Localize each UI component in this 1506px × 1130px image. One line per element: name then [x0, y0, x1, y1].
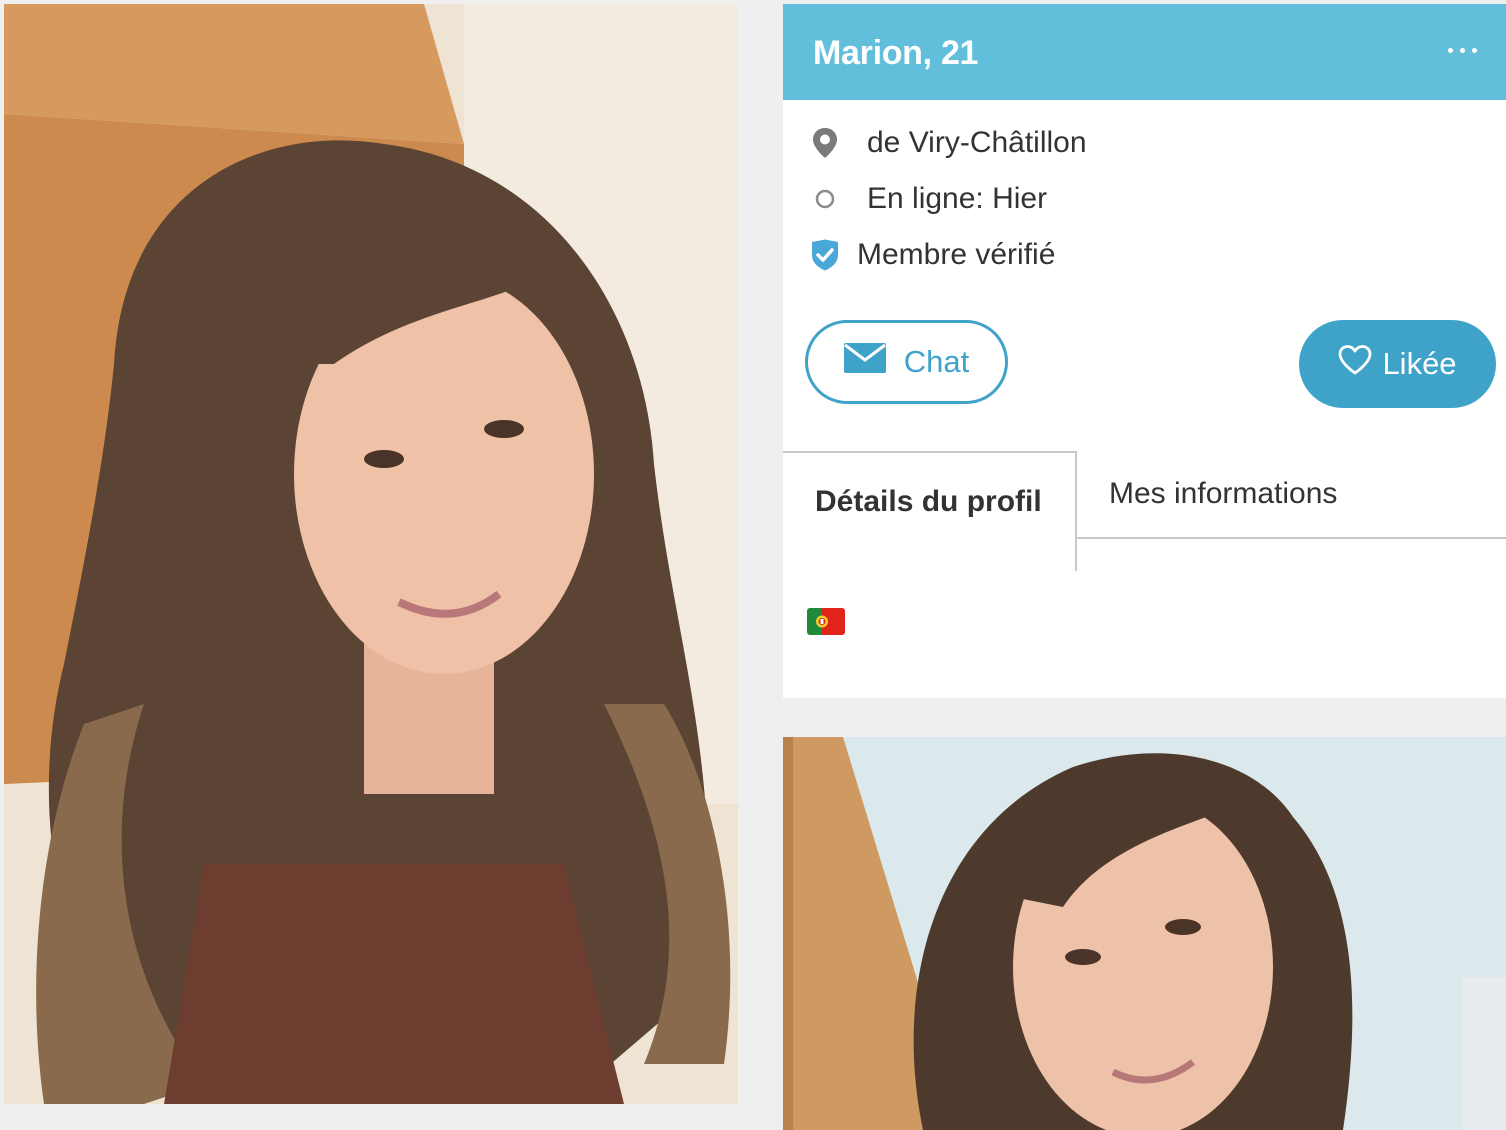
online-status-row: En ligne: Hier	[809, 182, 1047, 216]
profile-tabs: Mes informations Détails du profil	[783, 451, 1506, 571]
location-text: de Viry-Châtillon	[867, 126, 1087, 159]
tab-details-du-profil[interactable]: Détails du profil	[783, 451, 1077, 571]
chat-button[interactable]: Chat	[805, 320, 1008, 404]
profile-photo-secondary[interactable]	[783, 737, 1506, 1130]
more-dot	[1459, 47, 1465, 53]
tab-mes-informations[interactable]: Mes informations	[1077, 451, 1506, 539]
chat-label: Chat	[903, 344, 970, 379]
profile-photo-main[interactable]	[4, 4, 738, 1104]
more-options-button[interactable]	[1440, 28, 1484, 72]
map-pin-icon	[809, 127, 841, 159]
card-header: Marion, 21	[783, 4, 1506, 100]
photo-secondary-image	[783, 737, 1506, 1130]
like-button[interactable]: Likée	[1299, 320, 1496, 408]
more-dots-icon	[1447, 47, 1453, 53]
shield-check-icon	[809, 239, 841, 271]
envelope-icon	[843, 343, 886, 381]
location-row: de Viry-Châtillon	[809, 126, 1087, 160]
verified-text: Membre vérifié	[857, 238, 1056, 271]
circle-icon	[809, 183, 841, 215]
profile-title: Marion, 21	[813, 34, 979, 72]
photo-main-image	[4, 4, 738, 1104]
profile-page: Marion, 21 de Viry-Châtillon En ligne: H…	[0, 0, 1506, 1130]
profile-card: Marion, 21 de Viry-Châtillon En ligne: H…	[783, 4, 1506, 698]
more-dot	[1471, 47, 1477, 53]
like-label: Likée	[1382, 346, 1457, 381]
online-status-text: En ligne: Hier	[867, 182, 1048, 215]
portugal-flag-icon	[807, 608, 845, 635]
heart-icon	[1338, 345, 1372, 383]
verified-row: Membre vérifié	[809, 238, 1055, 272]
